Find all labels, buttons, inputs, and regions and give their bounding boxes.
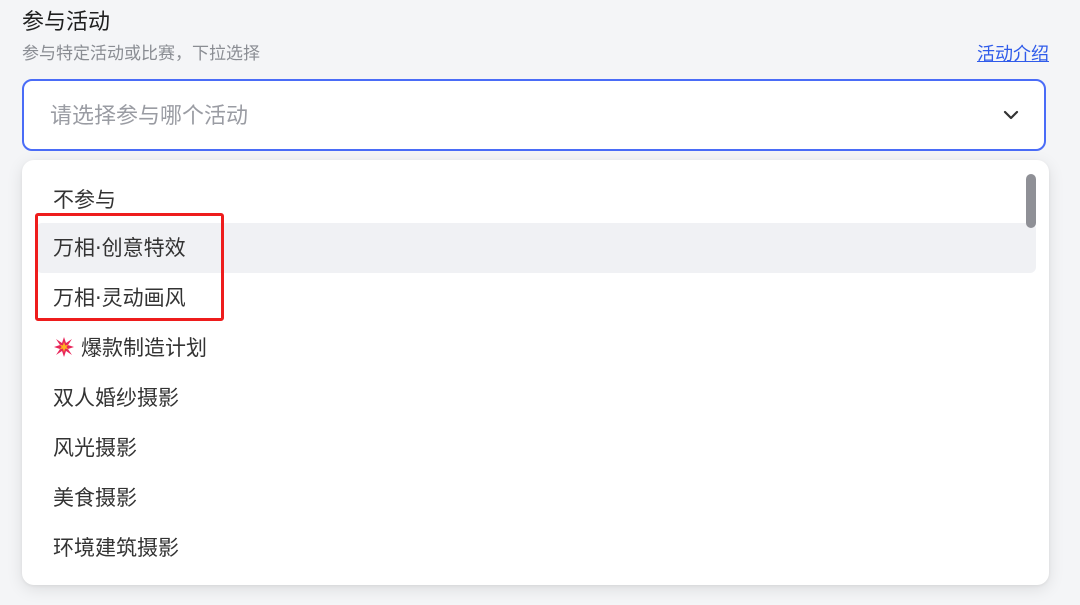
option-label: 双人婚纱摄影: [53, 386, 179, 410]
chevron-down-icon[interactable]: [1002, 106, 1020, 124]
option-label: 环境建筑摄影: [53, 536, 179, 560]
option-label: 爆款制造计划: [81, 336, 207, 360]
activity-dropdown-menu: 不参与 万相·创意特效 万相·灵动画风 爆款制造计划 双人婚纱摄影 风光摄影 美…: [22, 160, 1049, 585]
option-couple-wedding-photography[interactable]: 双人婚纱摄影: [36, 373, 1036, 423]
option-no-participation[interactable]: 不参与: [36, 175, 1036, 225]
option-label: 美食摄影: [53, 486, 137, 510]
option-label: 万相·创意特效: [53, 236, 186, 260]
burst-icon: [54, 337, 74, 357]
section-subtitle: 参与特定活动或比赛，下拉选择: [22, 44, 260, 64]
option-landscape-photography[interactable]: 风光摄影: [36, 423, 1036, 473]
activity-select[interactable]: 请选择参与哪个活动: [22, 79, 1046, 151]
option-food-photography[interactable]: 美食摄影: [36, 473, 1036, 523]
option-wanxiang-dynamic-style[interactable]: 万相·灵动画风: [36, 273, 1036, 323]
option-label: 风光摄影: [53, 436, 137, 460]
option-label: 万相·灵动画风: [53, 286, 186, 310]
option-viral-plan[interactable]: 爆款制造计划: [36, 323, 1036, 373]
select-placeholder: 请选择参与哪个活动: [50, 104, 249, 129]
section-title: 参与活动: [22, 10, 111, 35]
dropdown-scrollbar-thumb[interactable]: [1026, 174, 1036, 228]
activity-intro-link[interactable]: 活动介绍: [977, 42, 1049, 68]
option-architecture-photography[interactable]: 环境建筑摄影: [36, 523, 1036, 573]
option-label: 不参与: [53, 188, 116, 212]
option-wanxiang-creative-effects[interactable]: 万相·创意特效: [36, 223, 1036, 273]
